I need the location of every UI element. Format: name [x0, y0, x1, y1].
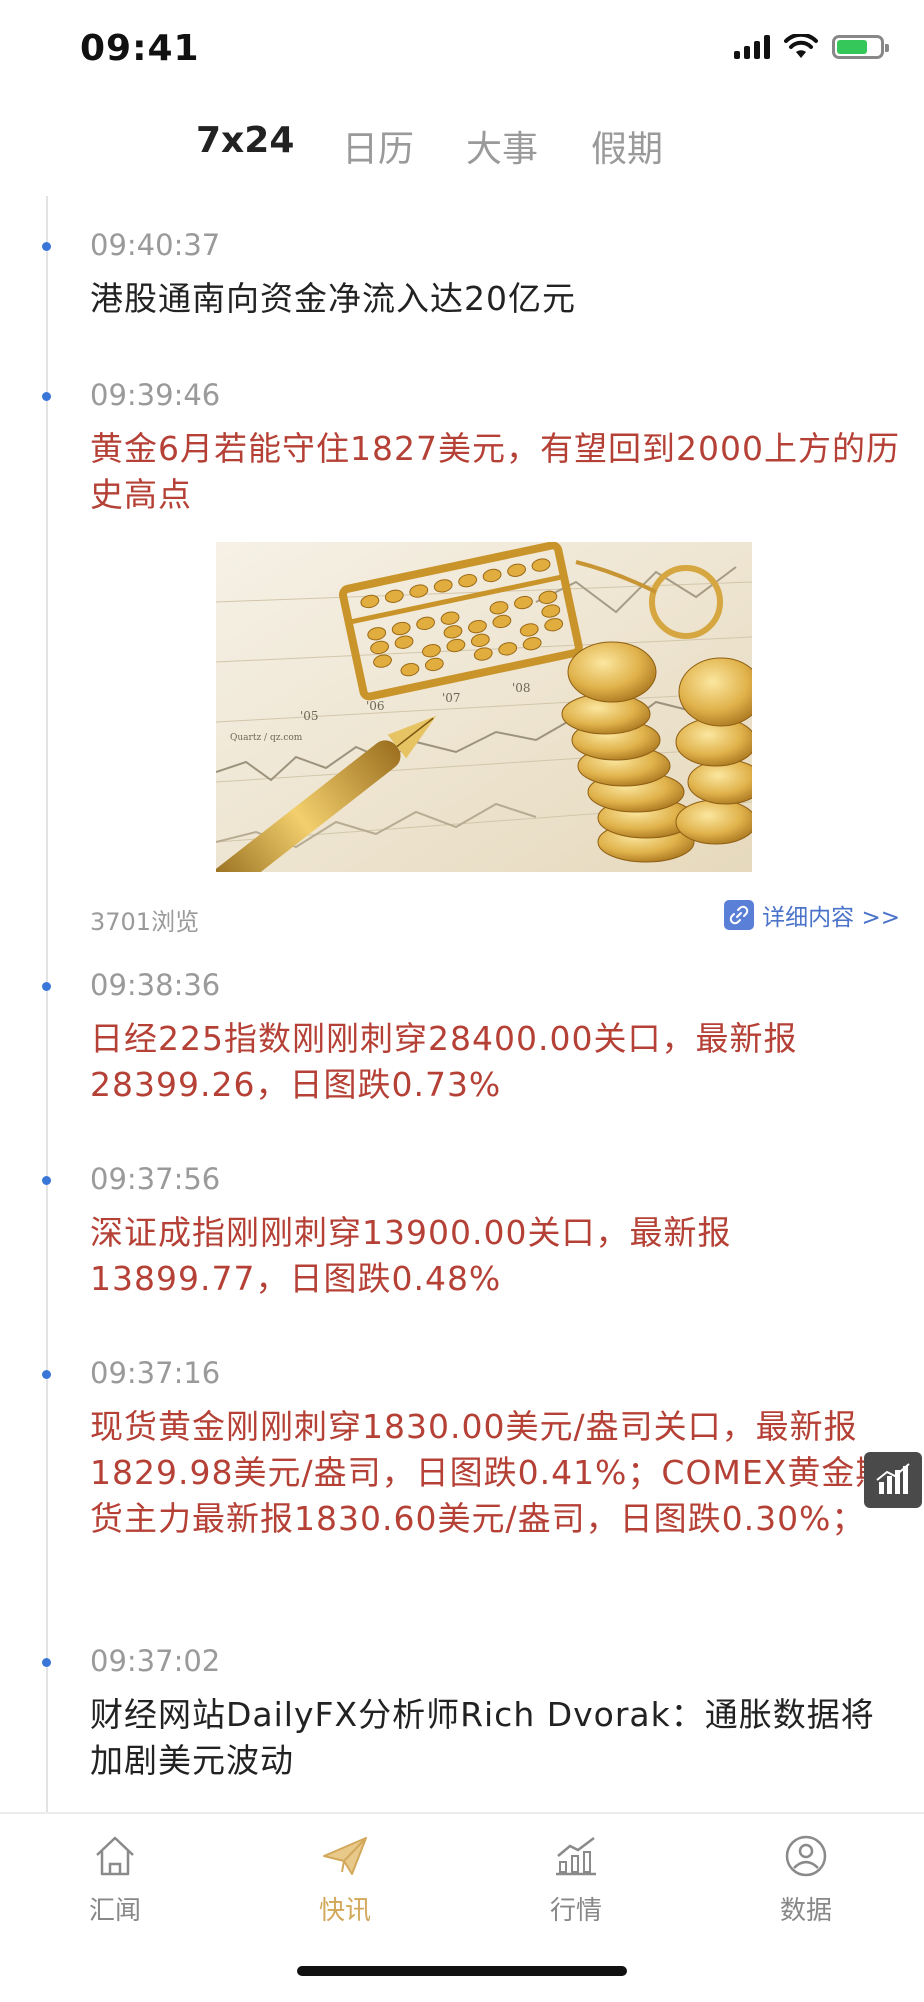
nav-tab-data[interactable]: 数据	[731, 1834, 881, 1927]
tab-holidays[interactable]: 假期	[591, 120, 663, 172]
item-headline: 黄金6月若能守住1827美元，有望回到2000上方的历史高点	[90, 429, 900, 514]
timeline-dot	[42, 1658, 51, 1667]
item-headline: 现货黄金刚刚刺穿1830.00美元/盎司关口，最新报1829.98美元/盎司，日…	[90, 1407, 890, 1538]
paper-plane-icon	[323, 1837, 367, 1875]
user-circle-icon	[785, 1835, 827, 1877]
tab-major-events[interactable]: 大事	[466, 120, 538, 172]
timeline-dot	[42, 1176, 51, 1185]
tab-7x24[interactable]: 7x24	[196, 120, 294, 161]
timeline-dot	[42, 242, 51, 251]
nav-tab-news[interactable]: 汇闻	[40, 1834, 190, 1927]
tab-calendar[interactable]: 日历	[342, 120, 414, 172]
top-tabs: 7x24 日历 大事 假期	[0, 120, 924, 180]
bar-chart-icon	[876, 1463, 910, 1494]
nav-label-flash: 快讯	[318, 1896, 371, 1926]
news-feed[interactable]: 09:40:37 港股通南向资金净流入达20亿元 09:39:46 黄金6月若能…	[0, 196, 924, 1812]
timeline-dot	[42, 392, 51, 401]
view-count: 3701浏览	[90, 908, 200, 936]
item-time: 09:40:37	[90, 228, 221, 262]
status-time: 09:41	[80, 28, 200, 69]
news-image[interactable]: '05 '06 '07 '08 Quartz / qz.com	[216, 542, 752, 872]
nav-tab-flash[interactable]: 快讯	[270, 1834, 420, 1927]
item-headline: 财经网站DailyFX分析师Rich Dvorak：通胀数据将加剧美元波动	[90, 1695, 875, 1780]
home-icon	[96, 1836, 134, 1876]
image-label-05: '05	[300, 709, 319, 723]
home-indicator	[297, 1966, 627, 1976]
item-time: 09:37:56	[90, 1162, 221, 1196]
nav-label-data: 数据	[779, 1896, 832, 1926]
chart-trend-icon	[556, 1837, 596, 1876]
nav-label-market: 行情	[549, 1896, 602, 1926]
status-bar: 09:41	[0, 0, 924, 100]
status-icons	[734, 34, 889, 60]
image-label-07: '07	[442, 691, 461, 705]
item-headline: 港股通南向资金净流入达20亿元	[90, 279, 576, 318]
image-label-06: '06	[366, 699, 385, 713]
nav-label-news: 汇闻	[88, 1896, 141, 1926]
battery-icon	[832, 35, 889, 59]
wifi-icon	[784, 34, 818, 58]
nav-tab-market[interactable]: 行情	[501, 1834, 651, 1927]
item-time: 09:38:36	[90, 968, 221, 1002]
timeline-line	[46, 196, 48, 1812]
cellular-signal-icon	[734, 35, 770, 59]
item-headline: 日经225指数刚刚刺穿28400.00关口，最新报28399.26，日图跌0.7…	[90, 1019, 798, 1104]
detail-content-link[interactable]: 详细内容 >>	[724, 898, 900, 932]
timeline-dot	[42, 982, 51, 991]
item-time: 09:37:02	[90, 1644, 221, 1678]
item-headline: 深证成指刚刚刺穿13900.00关口，最新报13899.77，日图跌0.48%	[90, 1213, 732, 1298]
detail-link-label: 详细内容 >>	[762, 905, 900, 931]
link-icon	[724, 900, 755, 930]
item-time: 09:37:16	[90, 1356, 221, 1390]
floating-chart-button[interactable]	[864, 1452, 922, 1508]
item-time: 09:39:46	[90, 378, 221, 412]
image-label-08: '08	[512, 681, 531, 695]
image-label-source: Quartz / qz.com	[230, 733, 303, 743]
timeline-dot	[42, 1370, 51, 1379]
bottom-tab-bar: 汇闻 快讯 行情 数据	[0, 1812, 924, 2002]
